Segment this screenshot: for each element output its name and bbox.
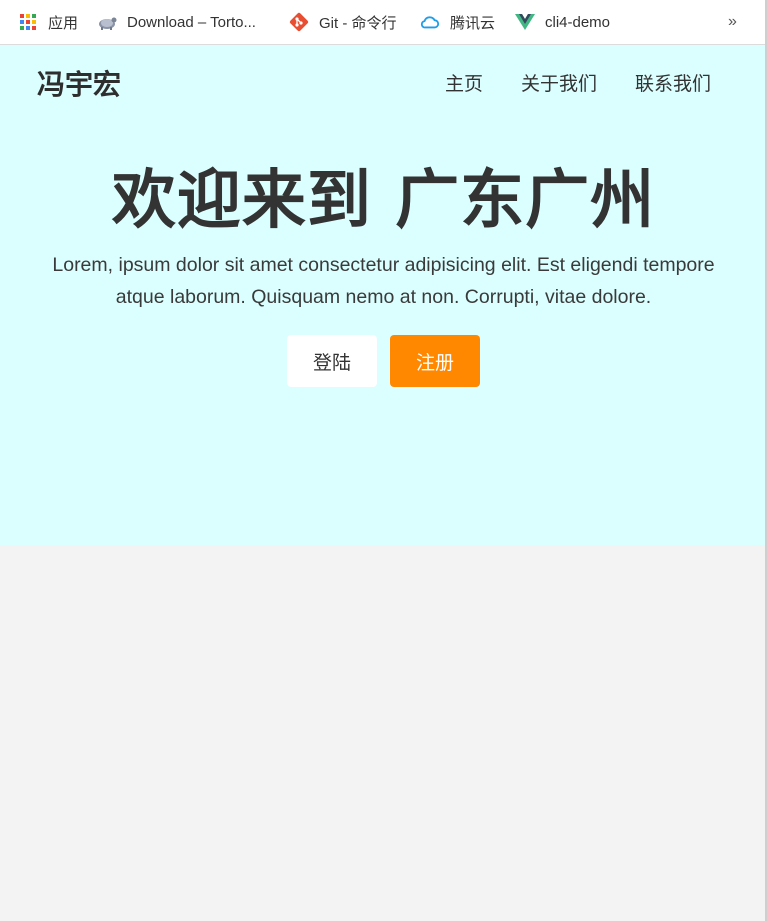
bookmarks-bar: 应用 Download – Torto... Git - 命令行 腾讯云 cli… [0,0,767,45]
bookmarks-more-button[interactable]: » [728,0,737,44]
bookmark-download[interactable]: Download – Torto... [97,0,256,44]
cloud-icon [420,12,440,32]
nav-item-about[interactable]: 关于我们 [521,69,597,96]
chevron-double-right-icon: » [728,13,737,30]
nav-item-contact[interactable]: 联系我们 [635,69,711,96]
bookmark-cli4-demo-label: cli4-demo [545,13,611,31]
apps-grid-icon [18,12,38,32]
bookmark-download-label: Download – Torto... [127,13,256,31]
bookmark-apps-label: 应用 [48,14,79,32]
login-button[interactable]: 登陆 [287,335,377,387]
hero-subtitle: Lorem, ipsum dolor sit amet consectetur … [52,254,715,308]
bookmark-git-label: Git - 命令行 [319,14,397,32]
nav-item-home[interactable]: 主页 [445,69,483,96]
bookmark-apps[interactable]: 应用 [18,0,78,44]
register-button[interactable]: 注册 [390,335,480,387]
git-icon [289,12,309,32]
bookmark-tencent-label: 腾讯云 [450,14,496,32]
bookmark-tencent[interactable]: 腾讯云 [420,0,495,44]
tortoise-icon [97,12,117,32]
site-logo[interactable]: 冯宇宏 [37,63,121,103]
hero-title: 欢迎来到 广东广州 [111,164,656,238]
vue-icon [515,12,535,32]
hero-section: 冯宇宏 主页 关于我们 联系我们 欢迎来到 广东广州 Lorem, ipsum … [0,45,767,545]
bookmark-git[interactable]: Git - 命令行 [289,0,397,44]
bookmark-cli4-demo[interactable]: cli4-demo [515,0,610,44]
main-nav: 主页 关于我们 联系我们 [445,69,711,96]
